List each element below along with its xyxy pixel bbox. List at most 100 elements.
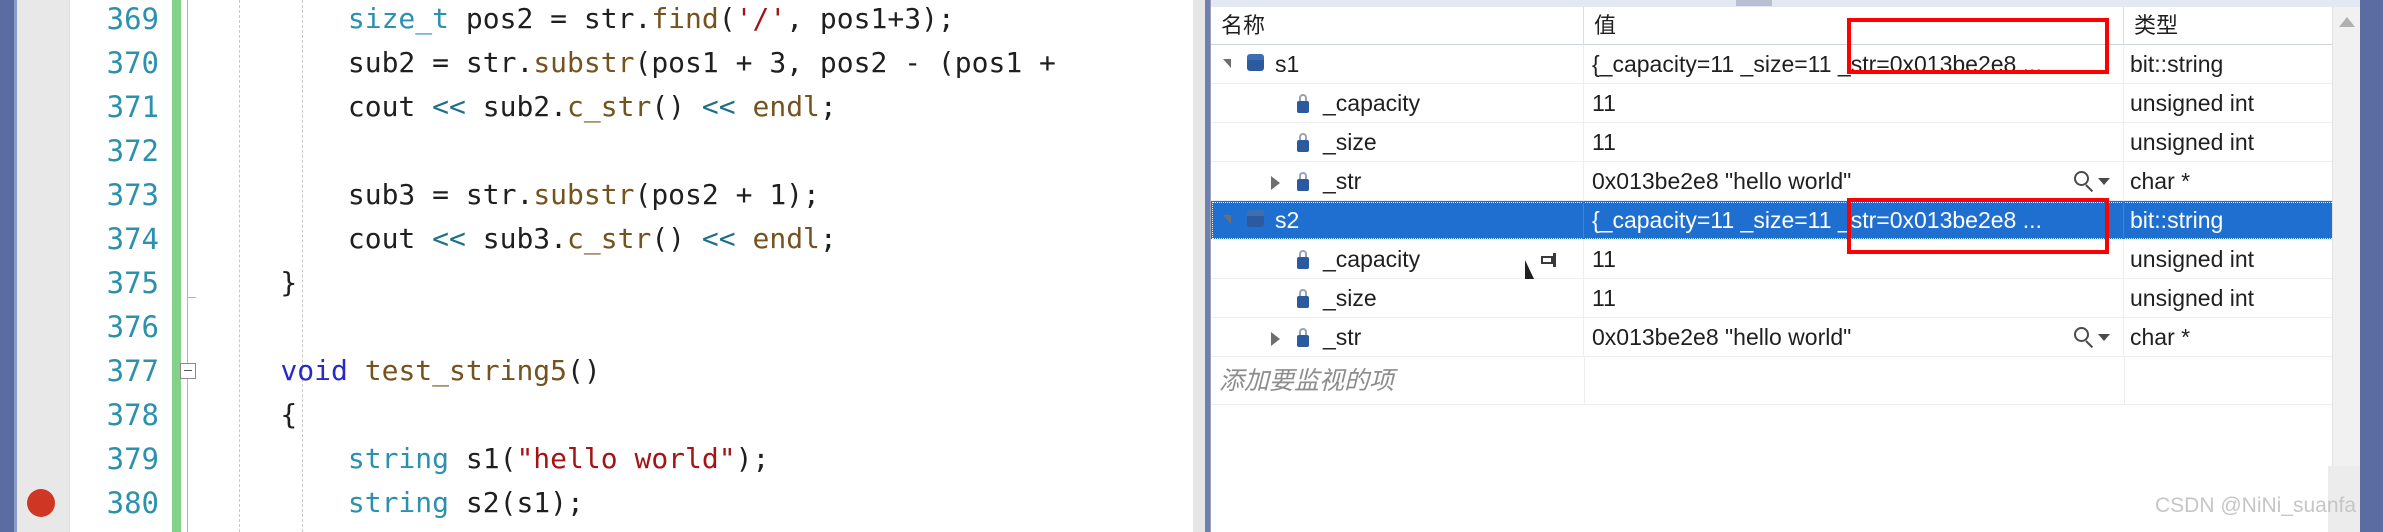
watch-row[interactable]: _str 0x013be2e8 "hello world" char *	[1211, 162, 2361, 201]
field-member-icon	[1293, 93, 1313, 114]
watch-row-type-cell: char *	[2124, 318, 2355, 356]
watch-row-value-cell[interactable]: 11	[1584, 84, 2124, 122]
code-editor[interactable]: 369 size_t pos2 = str.find('/', pos1+3);…	[17, 0, 1210, 532]
panel-drag-handle[interactable]	[1736, 0, 1772, 6]
column-divider	[1584, 357, 1585, 404]
string-visualizer-magnifier-icon[interactable]	[2072, 169, 2110, 195]
watch-row-type-label: bit::string	[2130, 51, 2224, 77]
object-cube-icon	[1245, 54, 1267, 74]
code-line[interactable]: 379 string s1("hello world");	[17, 437, 1210, 481]
code-line[interactable]: 372	[17, 129, 1210, 173]
watch-row-name-cell[interactable]: s2	[1211, 201, 1584, 239]
collapse-triangle-icon[interactable]	[1223, 59, 1231, 68]
watch-row-value-label: 0x013be2e8 "hello world"	[1592, 324, 1852, 350]
watch-row-name-label: s1	[1275, 51, 1300, 77]
watch-panel[interactable]: 名称 值 类型 s1 {_capacity=11 _size=11 _str=0x…	[1210, 0, 2361, 532]
watch-panel-titlebar	[1211, 0, 2361, 7]
line-number: 371	[106, 90, 159, 124]
watch-vertical-scrollbar[interactable]	[2332, 7, 2360, 532]
watch-row-value-label: 11	[1592, 285, 1616, 311]
string-visualizer-magnifier-icon[interactable]	[2072, 325, 2110, 351]
watch-row-name-cell[interactable]: _capacity	[1211, 84, 1584, 122]
expand-triangle-icon[interactable]	[1271, 332, 1280, 346]
field-member-icon	[1293, 132, 1313, 153]
collapse-triangle-icon[interactable]	[1223, 215, 1231, 224]
code-lines-container: 369 size_t pos2 = str.find('/', pos1+3);…	[17, 0, 1210, 532]
visual-studio-debug-window: 369 size_t pos2 = str.find('/', pos1+3);…	[0, 0, 2383, 532]
code-line[interactable]: 375 }	[17, 261, 1210, 305]
line-number: 378	[106, 398, 159, 432]
scroll-up-arrow-icon[interactable]	[2339, 17, 2355, 27]
breakpoint-indicator[interactable]	[27, 489, 55, 517]
line-number: 376	[106, 310, 159, 344]
annotation-box-s2-str	[1847, 198, 2109, 254]
code-line[interactable]: 378 {	[17, 393, 1210, 437]
code-text: string s1("hello world");	[347, 442, 770, 475]
code-text: void test_string5()	[280, 354, 601, 387]
watch-row[interactable]: s2 {_capacity=11 _size=11 _str=0x013be2e8…	[1211, 201, 2361, 240]
code-text: sub3 = str.substr(pos2 + 1);	[213, 178, 820, 211]
line-number: 375	[106, 266, 159, 300]
watch-row-name-cell[interactable]: _str	[1211, 318, 1584, 356]
watch-row-name-cell[interactable]: _str	[1211, 162, 1584, 200]
watch-row[interactable]: _capacity 11 unsigned int	[1211, 240, 2361, 279]
code-line[interactable]: 369 size_t pos2 = str.find('/', pos1+3);	[17, 0, 1210, 41]
watch-row-type-label: unsigned int	[2130, 246, 2255, 272]
watch-rows-container: s1 {_capacity=11 _size=11 _str=0x013be2e8…	[1211, 45, 2361, 532]
watch-row-name-label: _capacity	[1323, 90, 1421, 116]
watch-row[interactable]: _size 11 unsigned int	[1211, 279, 2361, 318]
watch-row-type-label: unsigned int	[2130, 90, 2255, 116]
field-member-icon	[1293, 288, 1313, 309]
watch-row-name-label: _str	[1323, 168, 1362, 194]
line-number: 369	[106, 2, 159, 36]
window-right-border	[2360, 0, 2383, 532]
code-line[interactable]: 373 sub3 = str.substr(pos2 + 1);	[17, 173, 1210, 217]
code-line[interactable]: 374 cout << sub3.c_str() << endl;	[17, 217, 1210, 261]
watch-row-type-label: bit::string	[2130, 207, 2224, 233]
watch-row-name-cell[interactable]: _size	[1211, 279, 1584, 317]
code-text: cout << sub2.c_str() << endl;	[213, 90, 837, 123]
watch-row-type-cell: char *	[2124, 162, 2355, 200]
object-cube-icon	[1245, 210, 1267, 230]
watch-row-type-label: char *	[2130, 324, 2191, 350]
watch-row-name-cell[interactable]: _size	[1211, 123, 1584, 161]
code-line[interactable]: 371 cout << sub2.c_str() << endl;	[17, 85, 1210, 129]
add-watch-item-row[interactable]: 添加要监视的项	[1211, 357, 2361, 405]
watch-row-value-cell[interactable]: 0x013be2e8 "hello world"	[1584, 162, 2124, 200]
watch-row[interactable]: _str 0x013be2e8 "hello world" char *	[1211, 318, 2361, 357]
watch-row-type-cell: bit::string	[2124, 45, 2355, 83]
watch-row-value-cell[interactable]: 11	[1584, 279, 2124, 317]
watch-row-name-label: _capacity	[1323, 246, 1421, 272]
watch-row-name-label: _size	[1323, 285, 1377, 311]
watch-row[interactable]: s1 {_capacity=11 _size=11 _str=0x013be2e8…	[1211, 45, 2361, 84]
watch-row-type-label: char *	[2130, 168, 2191, 194]
code-text: size_t pos2 = str.find('/', pos1+3);	[347, 2, 955, 35]
code-text: {	[213, 398, 298, 431]
watch-row-type-cell: unsigned int	[2124, 240, 2355, 278]
watch-row[interactable]: _capacity 11 unsigned int	[1211, 84, 2361, 123]
watch-row-value-cell[interactable]: 0x013be2e8 "hello world"	[1584, 318, 2124, 356]
field-member-icon	[1293, 171, 1313, 192]
watch-row-type-label: unsigned int	[2130, 285, 2255, 311]
window-left-border	[0, 0, 14, 532]
code-line[interactable]: 380 string s2(s1);	[17, 481, 1210, 525]
csdn-watermark: CSDN @NiNi_suanfa	[2155, 494, 2357, 517]
expand-triangle-icon[interactable]	[1271, 176, 1280, 190]
watch-row-value-cell[interactable]: 11	[1584, 123, 2124, 161]
code-text: string s2(s1);	[347, 486, 584, 519]
add-watch-item-placeholder: 添加要监视的项	[1219, 367, 1395, 395]
line-number: 377	[106, 354, 159, 388]
watch-row-name-cell[interactable]: s1	[1211, 45, 1584, 83]
pin-to-source-icon[interactable]	[1541, 253, 1559, 267]
column-header-type[interactable]: 类型	[2124, 7, 2349, 45]
field-member-icon	[1293, 327, 1313, 348]
watch-row-name-label: _str	[1323, 324, 1362, 350]
code-fold-toggle-icon[interactable]	[180, 363, 196, 379]
code-line[interactable]: 370 sub2 = str.substr(pos1 + 3, pos2 - (…	[17, 41, 1210, 85]
line-number: 370	[106, 46, 159, 80]
watch-column-headers: 名称 值 类型	[1211, 7, 2361, 45]
column-header-name[interactable]: 名称	[1211, 7, 1584, 45]
field-member-icon	[1293, 249, 1313, 270]
watch-row[interactable]: _size 11 unsigned int	[1211, 123, 2361, 162]
code-line[interactable]: 376	[17, 305, 1210, 349]
